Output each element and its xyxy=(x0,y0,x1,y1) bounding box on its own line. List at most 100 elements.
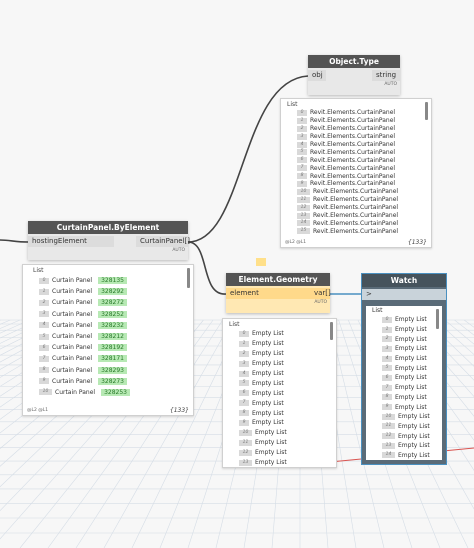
list-value: Empty List xyxy=(398,422,430,430)
list-index: 1 xyxy=(39,288,49,295)
list-item: 4 Empty List xyxy=(223,369,336,379)
list-item: 0 Curtain Panel 328135 xyxy=(23,275,193,286)
list-value: Curtain Panel xyxy=(52,366,93,374)
list-index: 8 xyxy=(39,367,49,374)
list-value: Empty List xyxy=(252,340,284,348)
input-port-element[interactable]: element xyxy=(226,288,270,299)
element-id-link[interactable]: 328293 xyxy=(98,366,127,374)
element-id-link[interactable]: 328232 xyxy=(98,321,127,329)
list-value: Revit.Elements.CurtainPanel xyxy=(310,164,396,172)
list-value: Revit.Elements.CurtainPanel xyxy=(310,148,396,156)
list-value: Empty List xyxy=(398,432,430,440)
object-type-node[interactable]: Object.Type obj string AUTO xyxy=(308,55,400,95)
list-index: 12 xyxy=(297,204,310,211)
list-value: Revit.Elements.CurtainPanel xyxy=(310,125,396,133)
lacing-label: AUTO xyxy=(172,248,185,253)
list-item: 10 Revit.Elements.CurtainPanel xyxy=(281,188,431,196)
element-id-link[interactable]: 328292 xyxy=(98,288,127,296)
list-item: 4 Curtain Panel 328232 xyxy=(23,320,193,331)
element-id-link[interactable]: 328252 xyxy=(98,310,127,318)
list-item: 11 Revit.Elements.CurtainPanel xyxy=(281,196,431,204)
output-port-string[interactable]: string xyxy=(372,70,400,81)
list-index: 2 xyxy=(239,350,249,357)
list-value: Empty List xyxy=(395,403,427,411)
list-value: Curtain Panel xyxy=(52,299,93,307)
list-index: 7 xyxy=(382,384,392,391)
input-port-watch[interactable]: > xyxy=(362,289,376,300)
lacing-label: AUTO xyxy=(384,82,397,87)
list-value: Curtain Panel xyxy=(52,344,93,352)
preview-scrollbar[interactable] xyxy=(187,268,190,288)
list-index: 6 xyxy=(239,390,249,397)
list-index: 11 xyxy=(239,439,252,446)
preview-toggle[interactable] xyxy=(256,258,266,266)
element-id-link[interactable]: 328253 xyxy=(101,388,130,396)
output-port-curtainpanel[interactable]: CurtainPanel[] xyxy=(136,236,190,247)
list-item: 9 Revit.Elements.CurtainPanel xyxy=(281,180,431,188)
element-id-link[interactable]: 328192 xyxy=(98,344,127,352)
list-index: 10 xyxy=(239,429,252,436)
list-index: 10 xyxy=(382,413,395,420)
watch-node[interactable]: Watch > List 0 Empty List 1 Empty List 2 Empt… xyxy=(361,273,447,465)
item-count: {133} xyxy=(407,239,427,246)
list-item: 6 Empty List xyxy=(223,388,336,398)
list-value: Empty List xyxy=(252,379,284,387)
input-port-hostingelement[interactable]: hostingElement xyxy=(28,236,114,247)
list-item: 5 Empty List xyxy=(366,363,442,373)
list-index: 3 xyxy=(297,133,307,140)
list-value: Curtain Panel xyxy=(52,277,93,285)
list-item: 1 Curtain Panel 328292 xyxy=(23,286,193,297)
list-value: Empty List xyxy=(255,439,287,447)
list-index: 0 xyxy=(39,277,49,284)
element-id-link[interactable]: 328272 xyxy=(98,299,127,307)
list-index: 5 xyxy=(239,380,249,387)
watch-output[interactable]: List 0 Empty List 1 Empty List 2 Empty List 3 E… xyxy=(366,306,442,460)
element-id-link[interactable]: 328135 xyxy=(98,277,127,285)
list-value: Empty List xyxy=(252,399,284,407)
list-value: Revit.Elements.CurtainPanel xyxy=(310,180,396,188)
list-item: 8 Revit.Elements.CurtainPanel xyxy=(281,172,431,180)
curtainpanel-byelement-node[interactable]: CurtainPanel.ByElement hostingElement Cu… xyxy=(28,221,190,260)
list-item: 6 Revit.Elements.CurtainPanel xyxy=(281,156,431,164)
list-value: Revit.Elements.CurtainPanel xyxy=(313,227,399,235)
list-value: Revit.Elements.CurtainPanel xyxy=(313,196,399,204)
element-id-link[interactable]: 328273 xyxy=(98,377,127,385)
list-item: 1 Empty List xyxy=(366,325,442,335)
object-type-preview[interactable]: List 0 Revit.Elements.CurtainPanel 1 Revit.… xyxy=(280,98,432,248)
list-index: 6 xyxy=(382,374,392,381)
list-value: Curtain Panel xyxy=(52,321,93,329)
element-geometry-node[interactable]: Element.Geometry element var[] AUTO xyxy=(226,273,331,313)
preview-list-label: List xyxy=(33,267,44,274)
element-geometry-preview[interactable]: List 0 Empty List 1 Empty List 2 Empty List 3 E… xyxy=(222,318,337,468)
list-value: Empty List xyxy=(255,449,287,457)
list-item: 12 Empty List xyxy=(223,448,336,458)
watch-scrollbar[interactable] xyxy=(436,309,439,329)
list-index: 2 xyxy=(382,336,392,343)
list-value: Revit.Elements.CurtainPanel xyxy=(313,219,399,227)
list-item: 14 Revit.Elements.CurtainPanel xyxy=(281,219,431,227)
list-index: 4 xyxy=(39,322,49,329)
preview-list-label: List xyxy=(287,101,298,108)
list-item: 7 Curtain Panel 328171 xyxy=(23,353,193,364)
preview-scrollbar[interactable] xyxy=(330,322,333,340)
list-item: 1 Revit.Elements.CurtainPanel xyxy=(281,117,431,125)
list-index: 3 xyxy=(239,360,249,367)
list-value: Revit.Elements.CurtainPanel xyxy=(313,204,399,212)
output-port-var[interactable]: var[] xyxy=(310,288,331,299)
input-port-obj[interactable]: obj xyxy=(308,70,326,81)
element-id-link[interactable]: 328171 xyxy=(98,355,127,363)
list-item: 2 Curtain Panel 328272 xyxy=(23,297,193,308)
preview-scrollbar[interactable] xyxy=(425,102,428,120)
list-index: 0 xyxy=(382,316,392,323)
element-id-link[interactable]: 328212 xyxy=(98,333,127,341)
list-value: Revit.Elements.CurtainPanel xyxy=(310,172,396,180)
curtainpanel-preview[interactable]: List 0 Curtain Panel 328135 1 Curtain Panel 3… xyxy=(22,264,194,416)
list-item: 11 Empty List xyxy=(366,422,442,432)
wire-curtainpanel-to-objecttype xyxy=(0,239,29,243)
list-value: Empty List xyxy=(398,451,430,459)
list-item: 12 Revit.Elements.CurtainPanel xyxy=(281,204,431,212)
list-item: 7 Empty List xyxy=(223,398,336,408)
list-item: 11 Empty List xyxy=(223,438,336,448)
list-value: Empty List xyxy=(252,350,284,358)
list-value: Revit.Elements.CurtainPanel xyxy=(313,212,399,220)
